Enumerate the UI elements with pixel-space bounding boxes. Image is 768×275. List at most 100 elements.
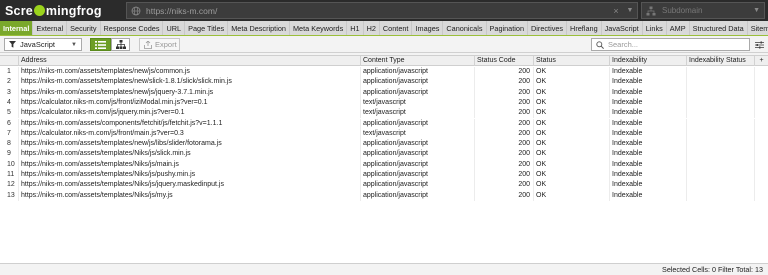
export-icon xyxy=(144,40,152,49)
row-number: 5 xyxy=(0,108,19,119)
table-row[interactable]: 5 https://calculator.niks-m.com/js/jquery… xyxy=(0,108,768,119)
address-cell: https://niks-m.com/assets/templates/Niks… xyxy=(19,159,361,170)
tab-directives[interactable]: Directives xyxy=(528,21,568,35)
content-type-cell: application/javascript xyxy=(361,139,475,150)
export-label: Export xyxy=(155,40,177,49)
tab-meta-keywords[interactable]: Meta Keywords xyxy=(290,21,348,35)
tab-amp[interactable]: AMP xyxy=(667,21,690,35)
status-cell: OK xyxy=(534,128,610,140)
column-header-index[interactable] xyxy=(0,56,19,66)
table-row[interactable]: 2 https://niks-m.com/assets/templates/new… xyxy=(0,77,768,88)
address-cell: https://niks-m.com/assets/templates/new/… xyxy=(19,67,361,78)
tab-javascript[interactable]: JavaScript xyxy=(602,21,643,35)
tab-pagination[interactable]: Pagination xyxy=(487,21,529,35)
indexability-status-cell xyxy=(687,87,755,98)
table-row[interactable]: 3 https://niks-m.com/assets/templates/new… xyxy=(0,87,768,98)
column-header-content-type[interactable]: Content Type xyxy=(361,56,475,66)
address-cell: https://niks-m.com/assets/templates/Niks… xyxy=(19,190,361,201)
tab-content[interactable]: Content xyxy=(380,21,413,35)
tab-structured-data[interactable]: Structured Data xyxy=(690,21,748,35)
table-row[interactable]: 4 https://calculator.niks-m.com/js/front/… xyxy=(0,97,768,109)
indexability-cell: Indexable xyxy=(610,77,687,88)
extra-cell xyxy=(755,191,768,201)
frog-logo-mark xyxy=(33,5,45,16)
indexability-cell: Indexable xyxy=(610,180,687,191)
tab-h1[interactable]: H1 xyxy=(347,21,364,35)
search-icon xyxy=(596,40,604,49)
filter-chevron-down-icon: ▼ xyxy=(71,41,77,48)
tab-meta-description[interactable]: Meta Description xyxy=(228,21,290,35)
selection-summary: Selected Cells: 0 Filter Total: 13 xyxy=(662,265,763,274)
table-row[interactable]: 12 https://niks-m.com/assets/templates/Ni… xyxy=(0,180,768,191)
address-cell: https://niks-m.com/assets/templates/Niks… xyxy=(19,170,361,181)
clear-url-icon[interactable]: × xyxy=(609,6,623,16)
status-code-cell: 200 xyxy=(475,108,534,119)
tab-h2[interactable]: H2 xyxy=(364,21,380,35)
extra-cell xyxy=(755,77,768,87)
row-number: 6 xyxy=(0,118,19,129)
tab-bar: Internal External Security Response Codes UR… xyxy=(0,21,768,36)
table-row[interactable]: 13 https://niks-m.com/assets/templates/Ni… xyxy=(0,190,768,201)
export-button[interactable]: Export xyxy=(139,38,180,51)
app-header: Scre mingfrog https://niks-m.com/ × ▼ Sub… xyxy=(0,0,768,21)
row-number: 2 xyxy=(0,77,19,88)
status-cell: OK xyxy=(534,77,610,88)
column-header-status-code[interactable]: Status Code xyxy=(475,56,534,66)
row-number: 10 xyxy=(0,159,19,170)
table-row[interactable]: 11 https://niks-m.com/assets/templates/Ni… xyxy=(0,170,768,181)
extra-cell xyxy=(755,180,768,190)
table-row[interactable]: 10 https://niks-m.com/assets/templates/Ni… xyxy=(0,159,768,170)
tree-view-button[interactable] xyxy=(111,38,130,51)
status-cell: OK xyxy=(534,87,610,98)
column-settings-button[interactable] xyxy=(753,39,765,50)
status-code-cell: 200 xyxy=(475,118,534,129)
url-input[interactable]: https://niks-m.com/ × ▼ xyxy=(126,2,638,19)
tab-images[interactable]: Images xyxy=(412,21,444,35)
tab-security[interactable]: Security xyxy=(67,21,101,35)
table-row[interactable]: 8 https://niks-m.com/assets/templates/new… xyxy=(0,139,768,150)
tab-response-codes[interactable]: Response Codes xyxy=(101,21,164,35)
tab-hreflang[interactable]: Hreflang xyxy=(567,21,602,35)
toolbar: JavaScript ▼ Export Search... xyxy=(0,36,768,53)
add-column-button[interactable]: + xyxy=(755,56,768,66)
list-view-button[interactable] xyxy=(90,38,111,51)
tab-canonicals[interactable]: Canonicals xyxy=(443,21,487,35)
tab-sitemap[interactable]: Sitemap xyxy=(748,21,768,35)
column-header-indexability[interactable]: Indexability xyxy=(610,56,687,66)
column-header-status[interactable]: Status xyxy=(534,56,610,66)
indexability-status-cell xyxy=(687,128,755,140)
filter-select[interactable]: JavaScript ▼ xyxy=(4,38,82,51)
status-cell: OK xyxy=(534,67,610,78)
status-code-cell: 200 xyxy=(475,170,534,181)
search-placeholder: Search... xyxy=(608,40,639,49)
content-type-cell: application/javascript xyxy=(361,170,475,181)
table-header: Address Content Type Status Code Status … xyxy=(0,56,768,66)
tab-links[interactable]: Links xyxy=(643,21,667,35)
tab-internal[interactable]: Internal xyxy=(0,21,34,35)
sliders-icon xyxy=(754,41,764,48)
address-cell: https://calculator.niks-m.com/js/jquery.… xyxy=(19,108,361,119)
results-table: Address Content Type Status Code Status … xyxy=(0,55,768,263)
address-cell: https://calculator.niks-m.com/js/front/m… xyxy=(19,128,361,140)
search-input[interactable]: Search... xyxy=(591,38,750,51)
content-type-cell: application/javascript xyxy=(361,87,475,98)
url-history-chevron-down-icon[interactable]: ▼ xyxy=(623,7,637,14)
indexability-status-cell xyxy=(687,77,755,88)
table-row[interactable]: 6 https://niks-m.com/assets/components/fe… xyxy=(0,118,768,129)
table-row[interactable]: 9 https://niks-m.com/assets/templates/Nik… xyxy=(0,149,768,160)
tab-page-titles[interactable]: Page Titles xyxy=(185,21,229,35)
tab-url[interactable]: URL xyxy=(163,21,186,35)
crawl-mode-select[interactable]: Subdomain ▼ xyxy=(641,2,765,19)
table-row[interactable]: 7 https://calculator.niks-m.com/js/front/… xyxy=(0,128,768,140)
filter-funnel-icon xyxy=(9,41,16,48)
table-row[interactable]: 1 https://niks-m.com/assets/templates/new… xyxy=(0,67,768,78)
address-cell: https://niks-m.com/assets/templates/Niks… xyxy=(19,149,361,160)
column-header-indexability-status[interactable]: Indexability Status xyxy=(687,56,755,66)
tab-external[interactable]: External xyxy=(33,21,68,35)
column-header-address[interactable]: Address xyxy=(19,56,361,66)
app-logo: Scre mingfrog xyxy=(0,0,120,21)
status-code-cell: 200 xyxy=(475,190,534,201)
indexability-status-cell xyxy=(687,180,755,191)
status-bar: Selected Cells: 0 Filter Total: 13 xyxy=(0,263,768,275)
row-number: 4 xyxy=(0,97,19,109)
